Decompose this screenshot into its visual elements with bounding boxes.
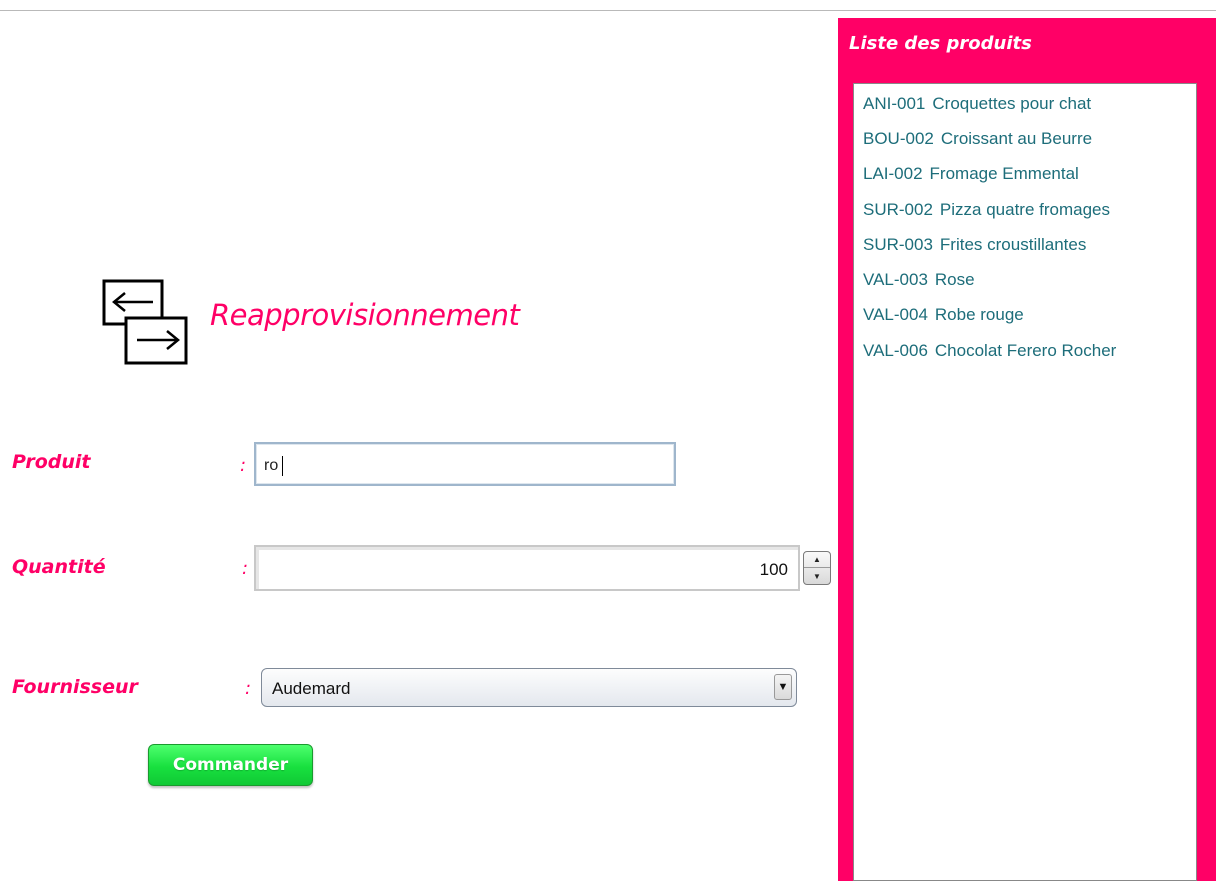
spinner-up-icon[interactable]: ▲ (804, 552, 830, 568)
product-code: SUR-003 (863, 235, 933, 254)
quantite-value: 100 (759, 560, 788, 579)
product-name: Chocolat Ferero Rocher (934, 341, 1117, 360)
quantite-colon: : (242, 558, 249, 579)
fournisseur-label: Fournisseur (12, 676, 138, 698)
product-name: Robe rouge (934, 305, 1024, 324)
produit-label: Produit (12, 451, 91, 473)
list-item[interactable]: VAL-006 Chocolat Ferero Rocher (863, 341, 1116, 361)
quantite-label: Quantité (12, 556, 106, 578)
product-code: VAL-006 (863, 341, 928, 360)
product-name: Croissant au Beurre (940, 129, 1093, 148)
text-caret (282, 456, 283, 476)
product-code: VAL-004 (863, 305, 928, 324)
product-code: VAL-003 (863, 270, 928, 289)
produit-input-value: ro (264, 457, 279, 474)
list-item[interactable]: LAI-002 Fromage Emmental (863, 164, 1079, 184)
transfer-arrows-icon (102, 279, 188, 365)
product-code: ANI-001 (863, 94, 926, 113)
product-name: Fromage Emmental (929, 164, 1079, 183)
list-item[interactable]: SUR-002 Pizza quatre fromages (863, 200, 1110, 220)
fournisseur-colon: : (245, 678, 252, 699)
top-divider (0, 10, 1216, 11)
product-name: Pizza quatre fromages (939, 200, 1111, 219)
product-list-panel: Liste des produits ANI-001 Croquettes pou… (838, 18, 1216, 881)
product-name: Rose (934, 270, 975, 289)
commander-button[interactable]: Commander (148, 744, 313, 786)
quantite-spinner-buttons: ▲ ▼ (803, 551, 831, 585)
produit-colon: : (240, 455, 247, 476)
list-item[interactable]: BOU-002 Croissant au Beurre (863, 129, 1092, 149)
list-item[interactable]: ANI-001 Croquettes pour chat (863, 94, 1091, 114)
product-name: Frites croustillantes (939, 235, 1087, 254)
page-title: Reapprovisionnement (210, 298, 520, 332)
product-name: Croquettes pour chat (932, 94, 1092, 113)
spinner-down-icon[interactable]: ▼ (804, 568, 830, 584)
list-item[interactable]: VAL-004 Robe rouge (863, 305, 1024, 325)
fournisseur-select-value: Audemard (272, 679, 351, 698)
list-item[interactable]: SUR-003 Frites croustillantes (863, 235, 1086, 255)
produit-input[interactable]: ro (254, 442, 676, 486)
fournisseur-select[interactable]: Audemard ▼ (261, 668, 797, 707)
product-code: BOU-002 (863, 129, 934, 148)
product-code: LAI-002 (863, 164, 923, 183)
quantite-spinner[interactable]: 100 (254, 545, 800, 591)
product-code: SUR-002 (863, 200, 933, 219)
product-list-title: Liste des produits (849, 33, 1032, 54)
list-item[interactable]: VAL-003 Rose (863, 270, 975, 290)
chevron-down-icon[interactable]: ▼ (774, 674, 792, 700)
product-list[interactable]: ANI-001 Croquettes pour chat BOU-002 Crois… (853, 83, 1197, 881)
